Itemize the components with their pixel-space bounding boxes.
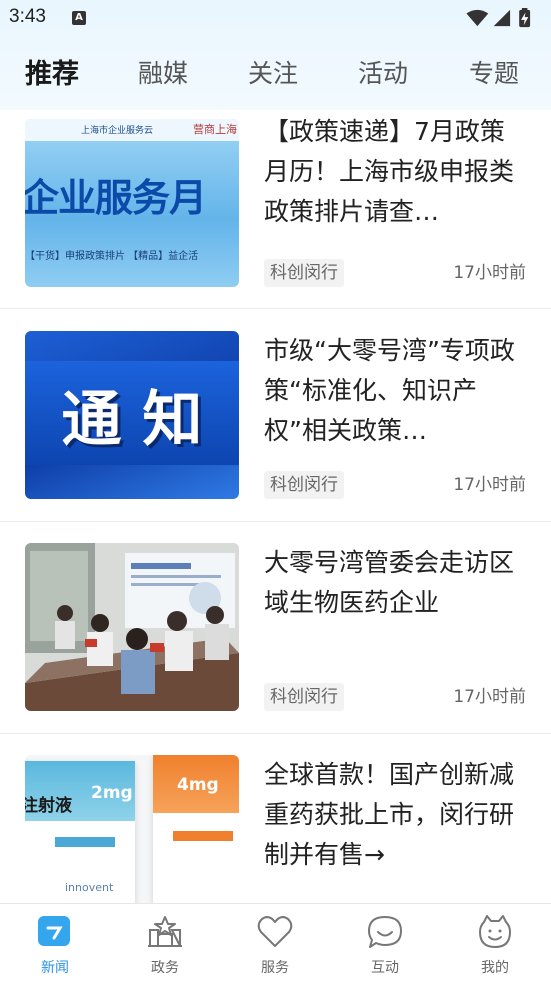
nav-profile[interactable]: 我的: [440, 904, 550, 982]
nav-government[interactable]: 政务: [110, 904, 220, 982]
tab-media[interactable]: 融媒: [138, 54, 188, 90]
article-card[interactable]: 注射液 2mg innovent 4mg 全球首款！国产创新减重药获批上市，闵行…: [0, 734, 551, 903]
thumb-dose-right: 4mg: [177, 775, 219, 795]
article-title: 全球首款！国产创新减重药获批上市，闵行研制并有售→: [264, 760, 515, 869]
meeting-photo: [25, 543, 239, 711]
heart-icon: [257, 916, 293, 947]
bottom-navigation: 新闻 政务 服务 互动 我的: [0, 903, 551, 981]
nav-interaction[interactable]: 互动: [330, 904, 440, 982]
article-thumbnail: 通 知: [25, 331, 239, 499]
system-icons: [466, 8, 531, 28]
thumb-notice-text: 通 知: [61, 385, 203, 455]
nav-interaction-label: 互动: [371, 960, 399, 976]
tab-topics[interactable]: 专题: [469, 54, 519, 90]
tab-recommended[interactable]: 推荐: [25, 52, 79, 91]
article-thumbnail: [25, 543, 239, 711]
top-header: 3:43 A 推荐 融媒 关注 活动 专题: [0, 0, 551, 110]
a-badge-icon: A: [72, 11, 86, 25]
chat-bubble-icon: [368, 916, 402, 948]
tab-following[interactable]: 关注: [248, 54, 298, 90]
article-card[interactable]: 上海市企业服务云 营商上海 企业服务月 【干货】申报政策排片 【精品】益企活 【…: [0, 110, 551, 309]
article-source: 科创闵行: [264, 471, 344, 499]
status-bar: 3:43 A: [0, 0, 551, 36]
article-time: 17小时前: [453, 263, 526, 283]
thumb-sub-text: 【干货】申报政策排片 【精品】益企活: [25, 251, 199, 262]
thumb-header-strip: 上海市企业服务云 营商上海: [25, 119, 239, 141]
news-feed[interactable]: 上海市企业服务云 营商上海 企业服务月 【干货】申报政策排片 【精品】益企活 【…: [0, 110, 551, 903]
news-icon: [38, 916, 70, 946]
status-time: 3:43: [9, 6, 46, 27]
thumb-header-text: 上海市企业服务云: [81, 126, 154, 136]
battery-charging-icon: [519, 8, 531, 28]
article-source: 科创闵行: [264, 259, 344, 287]
smiley-profile-icon: [479, 915, 511, 948]
signal-icon: [493, 9, 511, 27]
nav-services[interactable]: 服务: [220, 904, 330, 982]
government-icon: [148, 916, 182, 947]
article-time: 17小时前: [453, 687, 526, 707]
thumb-big-text: 企业服务月: [25, 176, 207, 220]
article-card[interactable]: 大零号湾管委会走访区域生物医药企业 科创闵行 17小时前: [0, 522, 551, 734]
article-title: 大零号湾管委会走访区域生物医药企业: [264, 548, 515, 617]
nav-government-label: 政务: [151, 960, 179, 976]
nav-profile-label: 我的: [481, 960, 509, 976]
article-thumbnail: 上海市企业服务云 营商上海 企业服务月 【干货】申报政策排片 【精品】益企活: [25, 119, 239, 287]
nav-news[interactable]: 新闻: [0, 904, 110, 982]
article-thumbnail: 注射液 2mg innovent 4mg: [25, 755, 239, 903]
thumb-brand: innovent: [65, 881, 114, 894]
nav-services-label: 服务: [261, 960, 289, 976]
article-time: 17小时前: [453, 475, 526, 495]
nav-news-label: 新闻: [41, 960, 69, 976]
category-tabs: 推荐 融媒 关注 活动 专题: [0, 50, 551, 100]
article-title: 市级“大零号湾”专项政策“标准化、知识产权”相关政策…: [264, 336, 515, 445]
article-title: 【政策速递】7月政策月历！上海市级申报类政策排片请查…: [264, 117, 515, 226]
wifi-icon: [466, 9, 489, 27]
thumb-box-label: 注射液: [25, 796, 72, 816]
article-source: 科创闵行: [264, 683, 344, 711]
thumb-stamp: 营商上海: [193, 123, 237, 136]
thumb-dose-left: 2mg: [91, 783, 133, 803]
tab-activities[interactable]: 活动: [358, 54, 408, 90]
article-card[interactable]: 通 知 市级“大零号湾”专项政策“标准化、知识产权”相关政策… 科创闵行 17小…: [0, 310, 551, 522]
